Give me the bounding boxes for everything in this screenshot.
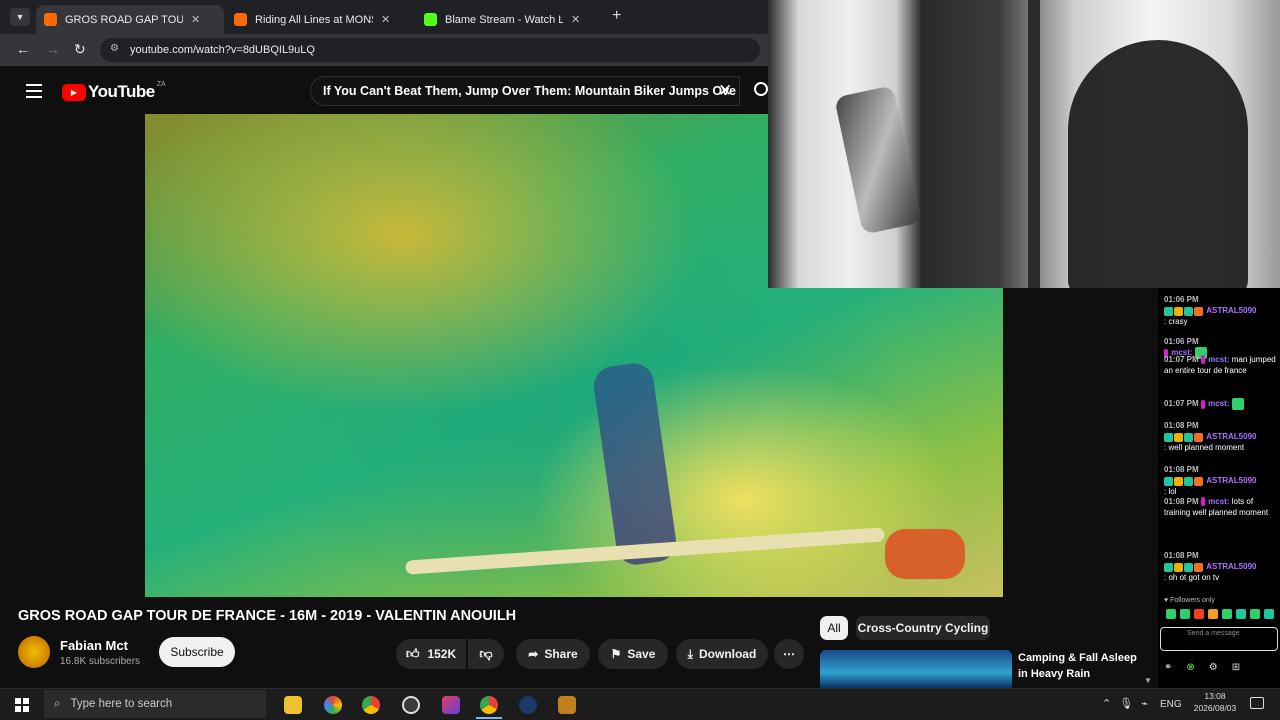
download-icon: ⤓: [687, 646, 693, 661]
badge-icons: [1164, 305, 1204, 316]
clear-search-icon[interactable]: ✕: [718, 81, 732, 101]
rider-bike-figure: [591, 360, 679, 568]
network-icon[interactable]: ⌁: [1141, 697, 1148, 710]
streamer-silhouette: [1068, 40, 1248, 288]
tab-strip: ▼ GROS ROAD GAP TOUR DE ✕ Riding All Lin…: [0, 0, 768, 34]
clock[interactable]: 13:08 2026/08/03: [1190, 690, 1240, 714]
chip-all[interactable]: All: [820, 616, 848, 640]
game-app-icon[interactable]: [558, 696, 576, 714]
steam-icon[interactable]: [519, 696, 537, 714]
followers-only-notice: ♥ Followers only: [1164, 597, 1215, 604]
chat-message: 01:07 PM mcst:: [1164, 398, 1278, 410]
chat-message: 01:08 PM ASTRAL5090 : well planned momen…: [1164, 421, 1257, 453]
share-button[interactable]: ➦ Share: [516, 639, 590, 669]
chrome-active-icon[interactable]: [480, 696, 498, 714]
webcam-overlay: [768, 0, 1280, 288]
video-title: GROS ROAD GAP TOUR DE FRANCE - 16M - 201…: [18, 608, 517, 624]
menu-icon[interactable]: [26, 84, 42, 98]
chat-message: 01:07 PM mcst: man jumped an entire tour…: [1164, 355, 1276, 375]
search-icon: ⌕: [54, 697, 61, 710]
chat-message: 01:08 PM ASTRAL5090 : oh ot got on tv: [1164, 551, 1257, 583]
tray-icons: ⌃ 🎙︎ ⌁: [1102, 697, 1148, 710]
bookmark-icon: ⚑: [610, 647, 622, 661]
site-info-icon[interactable]: ⚙: [110, 43, 119, 54]
close-tab-icon[interactable]: ✕: [191, 13, 200, 26]
back-icon[interactable]: ←: [16, 41, 30, 57]
chip-cross-country-cycling[interactable]: Cross-Country Cycling: [856, 616, 990, 640]
recommended-title[interactable]: Camping & Fall Asleep in Heavy Rain: [1018, 650, 1138, 686]
windows-start-icon[interactable]: [15, 698, 29, 712]
chevron-up-icon[interactable]: ⌃: [1102, 697, 1111, 710]
tab-search-button[interactable]: ▼: [10, 8, 30, 26]
more-icon: ⋯: [783, 647, 795, 661]
dislike-button[interactable]: 👎︎: [468, 639, 504, 669]
chat-message: 01:08 PM ASTRAL5090 : lol: [1164, 465, 1257, 497]
scroll-down-icon[interactable]: ▼: [1144, 676, 1152, 685]
settings-gear-icon[interactable]: ⚙: [1209, 662, 1218, 676]
chrome-icon[interactable]: [362, 696, 380, 714]
obs-icon[interactable]: [402, 696, 420, 714]
file-explorer-icon[interactable]: [284, 696, 302, 714]
subscriber-count: 16.8K subscribers: [60, 656, 141, 667]
emote-bar[interactable]: [1166, 609, 1278, 621]
kick-logo-icon[interactable]: ⊗: [1186, 662, 1194, 676]
download-button[interactable]: ⤓ Download: [676, 639, 768, 669]
microphone-icon[interactable]: 🎙︎: [1119, 697, 1133, 710]
notifications-icon[interactable]: [1250, 697, 1264, 709]
hanging-bag-figure: [834, 85, 922, 235]
chat-mode-icon[interactable]: ⊞: [1232, 662, 1240, 676]
glove-figure: [885, 529, 965, 579]
kick-favicon-icon: [424, 13, 437, 26]
close-tab-icon[interactable]: ✕: [381, 13, 390, 26]
chat-message: 01:08 PM mcst: lots of training well pla…: [1164, 497, 1269, 517]
channel-name[interactable]: Fabian Mct: [60, 638, 128, 653]
save-button[interactable]: ⚑ Save: [598, 639, 668, 669]
snipping-tool-icon[interactable]: [442, 696, 460, 714]
taskbar-search-input[interactable]: ⌕ Type here to search: [44, 690, 266, 718]
search-icon[interactable]: [754, 82, 768, 96]
share-icon: ➦: [528, 647, 539, 661]
emote-icon: [1231, 398, 1244, 410]
address-bar[interactable]: ⚙ youtube.com/watch?v=8dUBQIL9uLQ: [100, 38, 760, 62]
window-frame-figure: [1028, 0, 1040, 288]
chat-controls: ⚭ ⊗ ⚙ ⊞: [1164, 662, 1280, 676]
youtube-favicon-icon: [44, 13, 57, 26]
tab-youtube-riding-all-lines[interactable]: Riding All Lines at MONST ✕: [226, 5, 414, 34]
more-actions-button[interactable]: ⋯: [774, 639, 804, 669]
new-tab-button[interactable]: +: [612, 7, 621, 25]
recommended-thumbnail[interactable]: [820, 650, 1012, 688]
chat-users-icon[interactable]: ⚭: [1164, 662, 1172, 676]
thumbs-down-icon: 👎︎: [479, 646, 493, 661]
channel-avatar[interactable]: [18, 636, 50, 668]
thumbs-up-icon: 👍︎: [405, 646, 420, 661]
subscribe-button[interactable]: Subscribe: [159, 637, 235, 667]
search-input[interactable]: If You Can't Beat Them, Jump Over Them: …: [310, 76, 740, 106]
chat-message: 01:06 PM ASTRAL5090 : crasy: [1164, 295, 1257, 327]
youtube-play-icon: ▶: [62, 83, 86, 101]
youtube-logo[interactable]: ▶ YouTube ZA: [62, 81, 166, 102]
stream-chat: 01:06 PM ASTRAL5090 : crasy 01:06 PM mcs…: [1158, 288, 1280, 688]
like-button[interactable]: 👍︎ 152K: [396, 639, 466, 669]
youtube-favicon-icon: [234, 13, 247, 26]
app-icon[interactable]: [324, 696, 342, 714]
reload-icon[interactable]: ↻: [74, 41, 86, 58]
tab-youtube-gros-road-gap[interactable]: GROS ROAD GAP TOUR DE ✕: [36, 5, 224, 34]
close-tab-icon[interactable]: ✕: [571, 13, 580, 26]
chat-message-input[interactable]: Send a message: [1160, 627, 1278, 651]
language-indicator[interactable]: ENG: [1160, 699, 1182, 710]
forward-icon[interactable]: →: [46, 41, 60, 57]
url-text: youtube.com/watch?v=8dUBQIL9uLQ: [130, 44, 315, 56]
taskbar-active-indicator: [476, 717, 502, 719]
tab-kick-blame-stream[interactable]: Blame Stream - Watch Live on ✕: [416, 5, 604, 34]
